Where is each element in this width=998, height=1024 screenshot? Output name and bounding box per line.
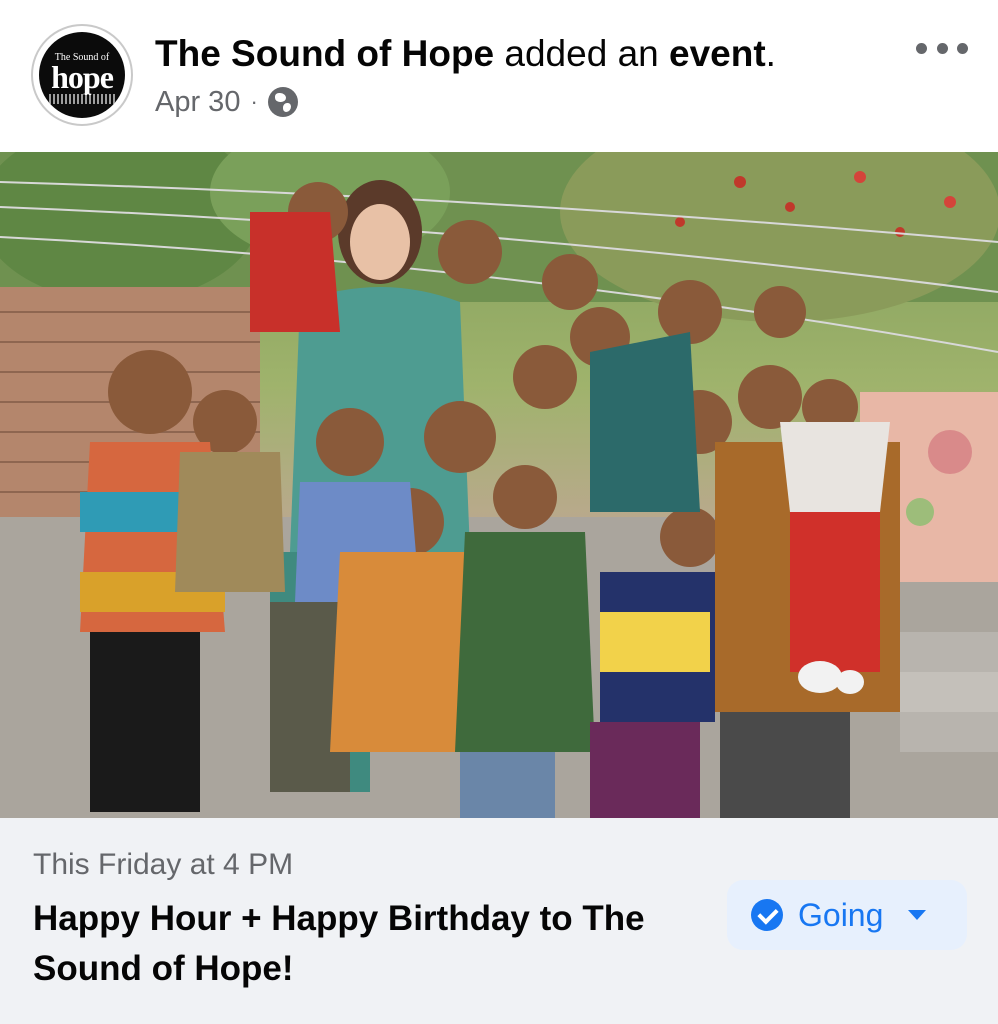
page-name-link[interactable]: The Sound of Hope <box>155 33 494 74</box>
page-avatar[interactable]: The Sound of hope <box>31 24 133 126</box>
caret-down-icon <box>908 910 927 920</box>
rsvp-label: Going <box>798 896 884 933</box>
logo-big-text: hope <box>51 59 114 95</box>
check-circle-icon <box>751 899 783 931</box>
action-text: added an <box>504 33 659 74</box>
event-post: The Sound of hope The Sound of Hope adde… <box>0 0 998 1024</box>
more-dot-icon <box>936 42 948 54</box>
group-photo-illustration <box>0 152 998 818</box>
post-meta: Apr 30 · <box>155 84 298 120</box>
event-date: This Friday at 4 PM <box>33 848 294 881</box>
post-title: The Sound of Hope added an event. <box>155 32 776 76</box>
more-dot-icon <box>916 42 927 54</box>
logo-grass-decoration <box>49 94 115 104</box>
post-timestamp[interactable]: Apr 30 <box>155 86 240 119</box>
action-period: . <box>765 33 776 74</box>
rsvp-going-button[interactable]: Going <box>727 880 967 950</box>
more-options-button[interactable] <box>916 32 968 64</box>
event-title[interactable]: Happy Hour + Happy Birthday to The Sound… <box>33 894 683 994</box>
globe-icon <box>267 87 298 117</box>
event-cover-photo[interactable] <box>0 152 998 818</box>
event-details[interactable]: This Friday at 4 PM Happy Hour + Happy B… <box>0 818 998 1024</box>
event-link[interactable]: event <box>669 33 766 74</box>
meta-separator: · <box>250 89 258 114</box>
sound-of-hope-logo: The Sound of hope <box>39 32 125 118</box>
more-dot-icon <box>957 42 968 54</box>
post-header: The Sound of hope The Sound of Hope adde… <box>0 0 998 152</box>
